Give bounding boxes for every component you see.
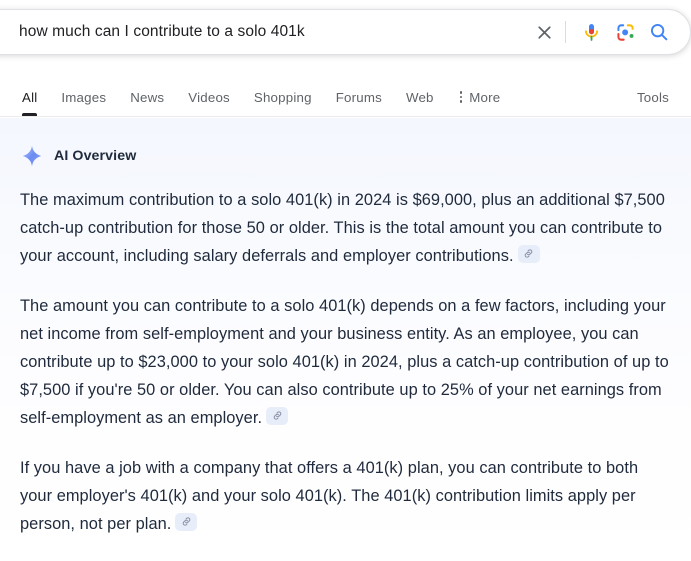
ai-overview-header: AI Overview [20,144,669,168]
search-actions-divider [565,21,566,43]
tab-videos[interactable]: Videos [176,78,242,116]
tools-button[interactable]: Tools [637,78,691,116]
ai-overview-title: AI Overview [54,148,137,164]
tab-more-label: More [469,89,501,105]
tab-all-label: All [22,89,38,105]
tab-videos-label: Videos [188,89,230,105]
tab-news-label: News [130,89,165,105]
ai-overview-paragraph: The amount you can contribute to a solo … [20,292,669,432]
ai-paragraph-text: If you have a job with a company that of… [20,459,639,533]
search-icon [650,23,668,41]
tab-web[interactable]: Web [394,78,446,116]
tab-web-label: Web [405,89,434,105]
voice-search-button[interactable] [574,15,608,49]
ai-paragraph-text: The amount you can contribute to a solo … [20,297,669,427]
ai-paragraph-text: The maximum contribution to a solo 401(k… [20,191,665,265]
ai-overview-body: The maximum contribution to a solo 401(k… [20,186,669,538]
citation-chip[interactable] [175,512,198,531]
search-bar-container [0,9,691,55]
tab-more[interactable]: More [446,78,513,116]
search-bar[interactable] [0,9,691,55]
kebab-menu-icon [459,91,463,103]
tab-all[interactable]: All [18,78,49,116]
link-icon [182,517,191,526]
sparkle-icon [22,145,42,167]
ai-overview-panel: AI Overview The maximum contribution to … [0,118,691,561]
tab-forums-label: Forums [335,89,382,105]
link-icon [273,411,281,420]
close-icon [537,25,551,39]
ai-overview-paragraph: If you have a job with a company that of… [20,454,669,538]
tab-images-label: Images [61,89,107,105]
search-tabs-bar: All Images News Videos Shopping Forums W… [0,78,691,117]
microphone-icon [584,23,598,41]
search-input[interactable] [19,23,527,41]
tab-images[interactable]: Images [49,78,118,116]
search-submit-button[interactable] [642,15,676,49]
tab-forums[interactable]: Forums [324,78,394,116]
google-lens-icon [616,23,634,41]
search-bar-actions [527,15,676,49]
citation-chip[interactable] [266,406,289,425]
tab-news[interactable]: News [118,78,176,116]
link-icon [524,249,533,258]
search-tabs: All Images News Videos Shopping Forums W… [0,78,512,116]
citation-chip[interactable] [517,244,540,263]
tools-label: Tools [636,89,669,105]
ai-overview-paragraph: The maximum contribution to a solo 401(k… [20,186,669,270]
tab-shopping-label: Shopping [253,89,312,105]
tab-shopping[interactable]: Shopping [242,78,324,116]
google-lens-button[interactable] [608,15,642,49]
clear-search-button[interactable] [527,15,561,49]
